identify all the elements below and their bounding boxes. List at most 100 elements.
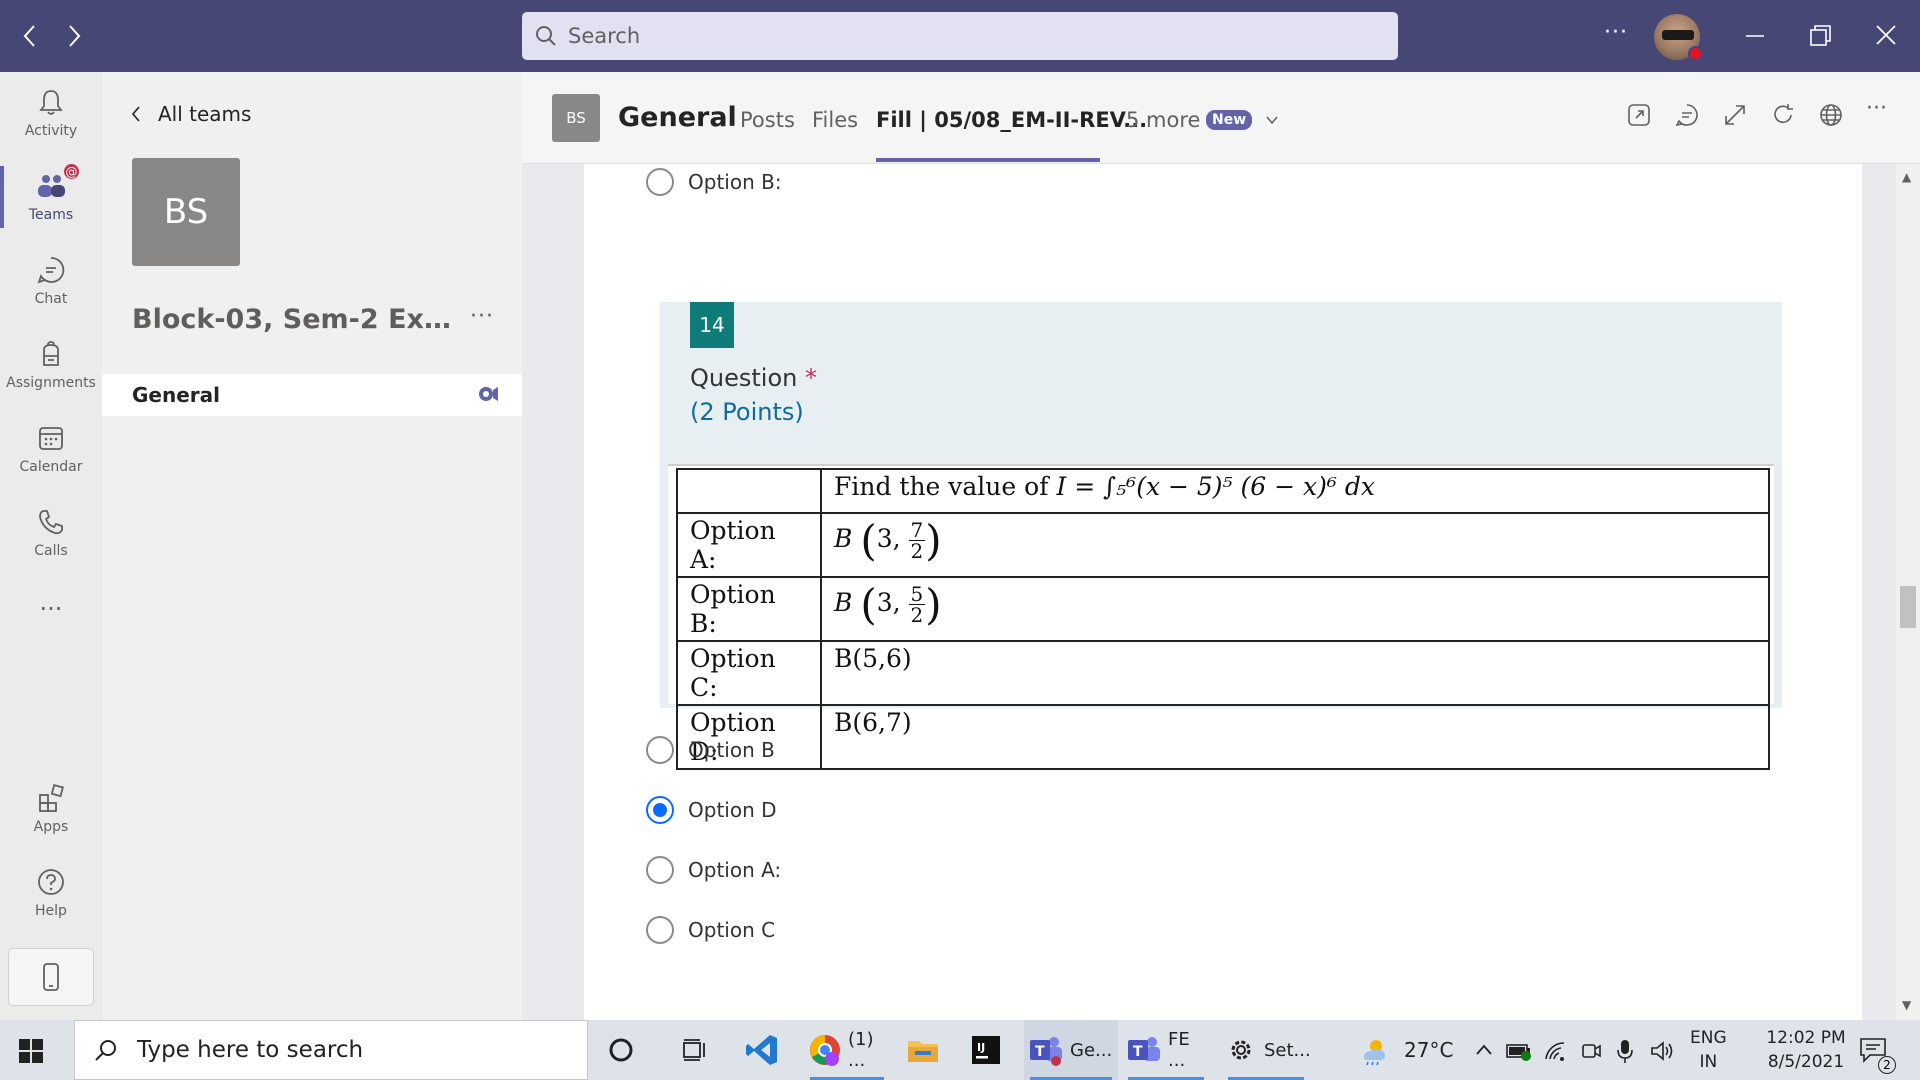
scroll-up-arrow-icon[interactable]: ▲ xyxy=(1902,170,1911,184)
cortana-icon[interactable] xyxy=(608,1020,640,1080)
scrollbar[interactable]: ▲ ▼ xyxy=(1896,164,1920,1020)
more-options-icon[interactable]: ··· xyxy=(1604,20,1628,45)
clock[interactable]: 12:02 PM 8/5/2021 xyxy=(1750,1026,1862,1074)
team-more-options-icon[interactable]: ··· xyxy=(470,304,494,329)
battery-icon[interactable] xyxy=(1506,1040,1532,1062)
app-rail: Activity @ Teams Chat Assignments Calend… xyxy=(0,72,102,1020)
team-avatar: BS xyxy=(132,158,240,266)
svg-text:T: T xyxy=(1035,1044,1045,1060)
rail-activity[interactable]: Activity xyxy=(0,72,102,154)
radio-button[interactable] xyxy=(646,168,674,196)
question-image: Find the value of I = ∫₅⁶(x − 5)⁵ (6 − x… xyxy=(668,464,1774,770)
mobile-device-button[interactable] xyxy=(8,948,94,1006)
mention-badge: @ xyxy=(62,162,81,181)
chrome-icon xyxy=(808,1033,842,1067)
radio-button[interactable] xyxy=(646,736,674,764)
answer-option-a[interactable]: Option A: xyxy=(646,856,781,884)
tab-more-options-icon[interactable]: ··· xyxy=(1866,96,1887,121)
rail-assignments[interactable]: Assignments xyxy=(0,324,102,406)
file-explorer-icon[interactable] xyxy=(906,1020,950,1080)
teams-app-icon: T xyxy=(1126,1033,1162,1067)
taskbar-teams-fe[interactable]: T FE ... xyxy=(1122,1020,1210,1080)
taskbar-app-label: Set... xyxy=(1264,1039,1311,1061)
channel-title: General xyxy=(618,102,737,133)
apps-icon xyxy=(36,783,66,813)
calendar-icon xyxy=(36,423,66,453)
tab-files[interactable]: Files xyxy=(812,108,858,132)
region-code: IN xyxy=(1699,1052,1718,1072)
taskbar-app-label: (1) ... xyxy=(848,1029,874,1071)
wifi-icon[interactable] xyxy=(1544,1040,1568,1062)
tab-posts[interactable]: Posts xyxy=(740,108,795,132)
rail-teams[interactable]: @ Teams xyxy=(0,156,102,238)
restore-icon[interactable] xyxy=(1808,22,1832,50)
task-view-icon[interactable] xyxy=(680,1020,712,1080)
vscode-icon[interactable] xyxy=(744,1020,788,1080)
answer-option-c[interactable]: Option C xyxy=(646,916,775,944)
close-icon[interactable] xyxy=(1874,22,1898,50)
scrollbar-thumb[interactable] xyxy=(1900,586,1916,628)
rail-calendar[interactable]: Calendar xyxy=(0,408,102,490)
chevron-up-icon[interactable] xyxy=(1474,1040,1494,1060)
rail-more[interactable]: ··· xyxy=(0,568,102,650)
refresh-icon[interactable] xyxy=(1770,102,1796,128)
search-input[interactable]: Search xyxy=(522,12,1398,60)
answer-option-d[interactable]: Option D xyxy=(646,796,777,824)
rail-apps-label: Apps xyxy=(33,819,69,835)
language-code: ENG xyxy=(1690,1028,1727,1048)
taskbar-app-label: FE ... xyxy=(1168,1029,1190,1071)
temperature[interactable]: 27°C xyxy=(1404,1038,1453,1062)
conversation-icon[interactable] xyxy=(1674,102,1700,128)
rail-chat-label: Chat xyxy=(34,291,68,307)
rail-assignments-label: Assignments xyxy=(6,375,96,391)
rail-help[interactable]: Help xyxy=(0,852,102,934)
question-box: 14 Question * (2 Points) Find the value … xyxy=(660,302,1782,770)
table-row: Option A: B (3, 7 2) xyxy=(676,512,1770,578)
search-icon xyxy=(534,24,568,48)
chevron-down-icon[interactable] xyxy=(1264,112,1280,128)
meeting-camera-icon[interactable] xyxy=(476,382,500,406)
intellij-icon[interactable]: IJ xyxy=(970,1020,1014,1080)
tab-more[interactable]: 5 more xyxy=(1126,108,1200,132)
taskbar-settings[interactable]: Set... xyxy=(1222,1020,1311,1080)
status-badge xyxy=(1688,46,1703,61)
forward-arrow-icon[interactable] xyxy=(64,22,84,50)
channel-item-general[interactable]: General xyxy=(102,374,522,416)
question-prompt: Find the value of xyxy=(834,472,1049,501)
prev-option-row[interactable]: Option B: xyxy=(646,168,782,196)
taskbar-search-input[interactable]: Type here to search xyxy=(74,1020,588,1080)
chat-icon xyxy=(36,255,66,285)
scroll-down-arrow-icon[interactable]: ▼ xyxy=(1902,998,1911,1012)
answer-option-b[interactable]: Option B xyxy=(646,736,775,764)
microphone-icon[interactable] xyxy=(1616,1038,1634,1064)
rail-apps[interactable]: Apps xyxy=(0,768,102,850)
weather-icon[interactable] xyxy=(1358,1036,1390,1066)
question-title: Question * xyxy=(690,364,817,392)
option-label: Option D xyxy=(688,798,777,822)
beta-arg: 3, xyxy=(876,524,901,553)
svg-text:IJ: IJ xyxy=(977,1041,985,1054)
back-arrow-icon[interactable] xyxy=(20,22,40,50)
gear-icon xyxy=(1226,1035,1256,1065)
windows-start-icon[interactable] xyxy=(18,1038,44,1064)
globe-icon[interactable] xyxy=(1818,102,1844,128)
meet-now-icon[interactable] xyxy=(1580,1040,1602,1062)
radio-button-selected[interactable] xyxy=(646,796,674,824)
all-teams-link[interactable]: All teams xyxy=(130,102,251,126)
expand-icon[interactable] xyxy=(1722,102,1748,128)
minimize-icon[interactable] xyxy=(1744,22,1766,50)
form-card: Option B: 14 Question * (2 Points) Find … xyxy=(584,164,1862,1020)
rail-chat[interactable]: Chat xyxy=(0,240,102,322)
team-name: Block-03, Sem-2 Exami... xyxy=(132,304,452,335)
tab-form[interactable]: Fill | 05/08_EM-II-REV... xyxy=(876,108,1147,132)
help-icon xyxy=(36,867,66,897)
language-indicator[interactable]: ENG IN xyxy=(1690,1026,1727,1074)
option-label: Option A: xyxy=(688,858,782,882)
radio-button[interactable] xyxy=(646,916,674,944)
radio-button[interactable] xyxy=(646,856,674,884)
popout-icon[interactable] xyxy=(1626,102,1652,128)
taskbar-teams-general[interactable]: T Ge... xyxy=(1024,1020,1118,1080)
speaker-icon[interactable] xyxy=(1650,1040,1676,1062)
rail-calls[interactable]: Calls xyxy=(0,492,102,574)
taskbar-chrome[interactable]: (1) ... xyxy=(804,1020,890,1080)
